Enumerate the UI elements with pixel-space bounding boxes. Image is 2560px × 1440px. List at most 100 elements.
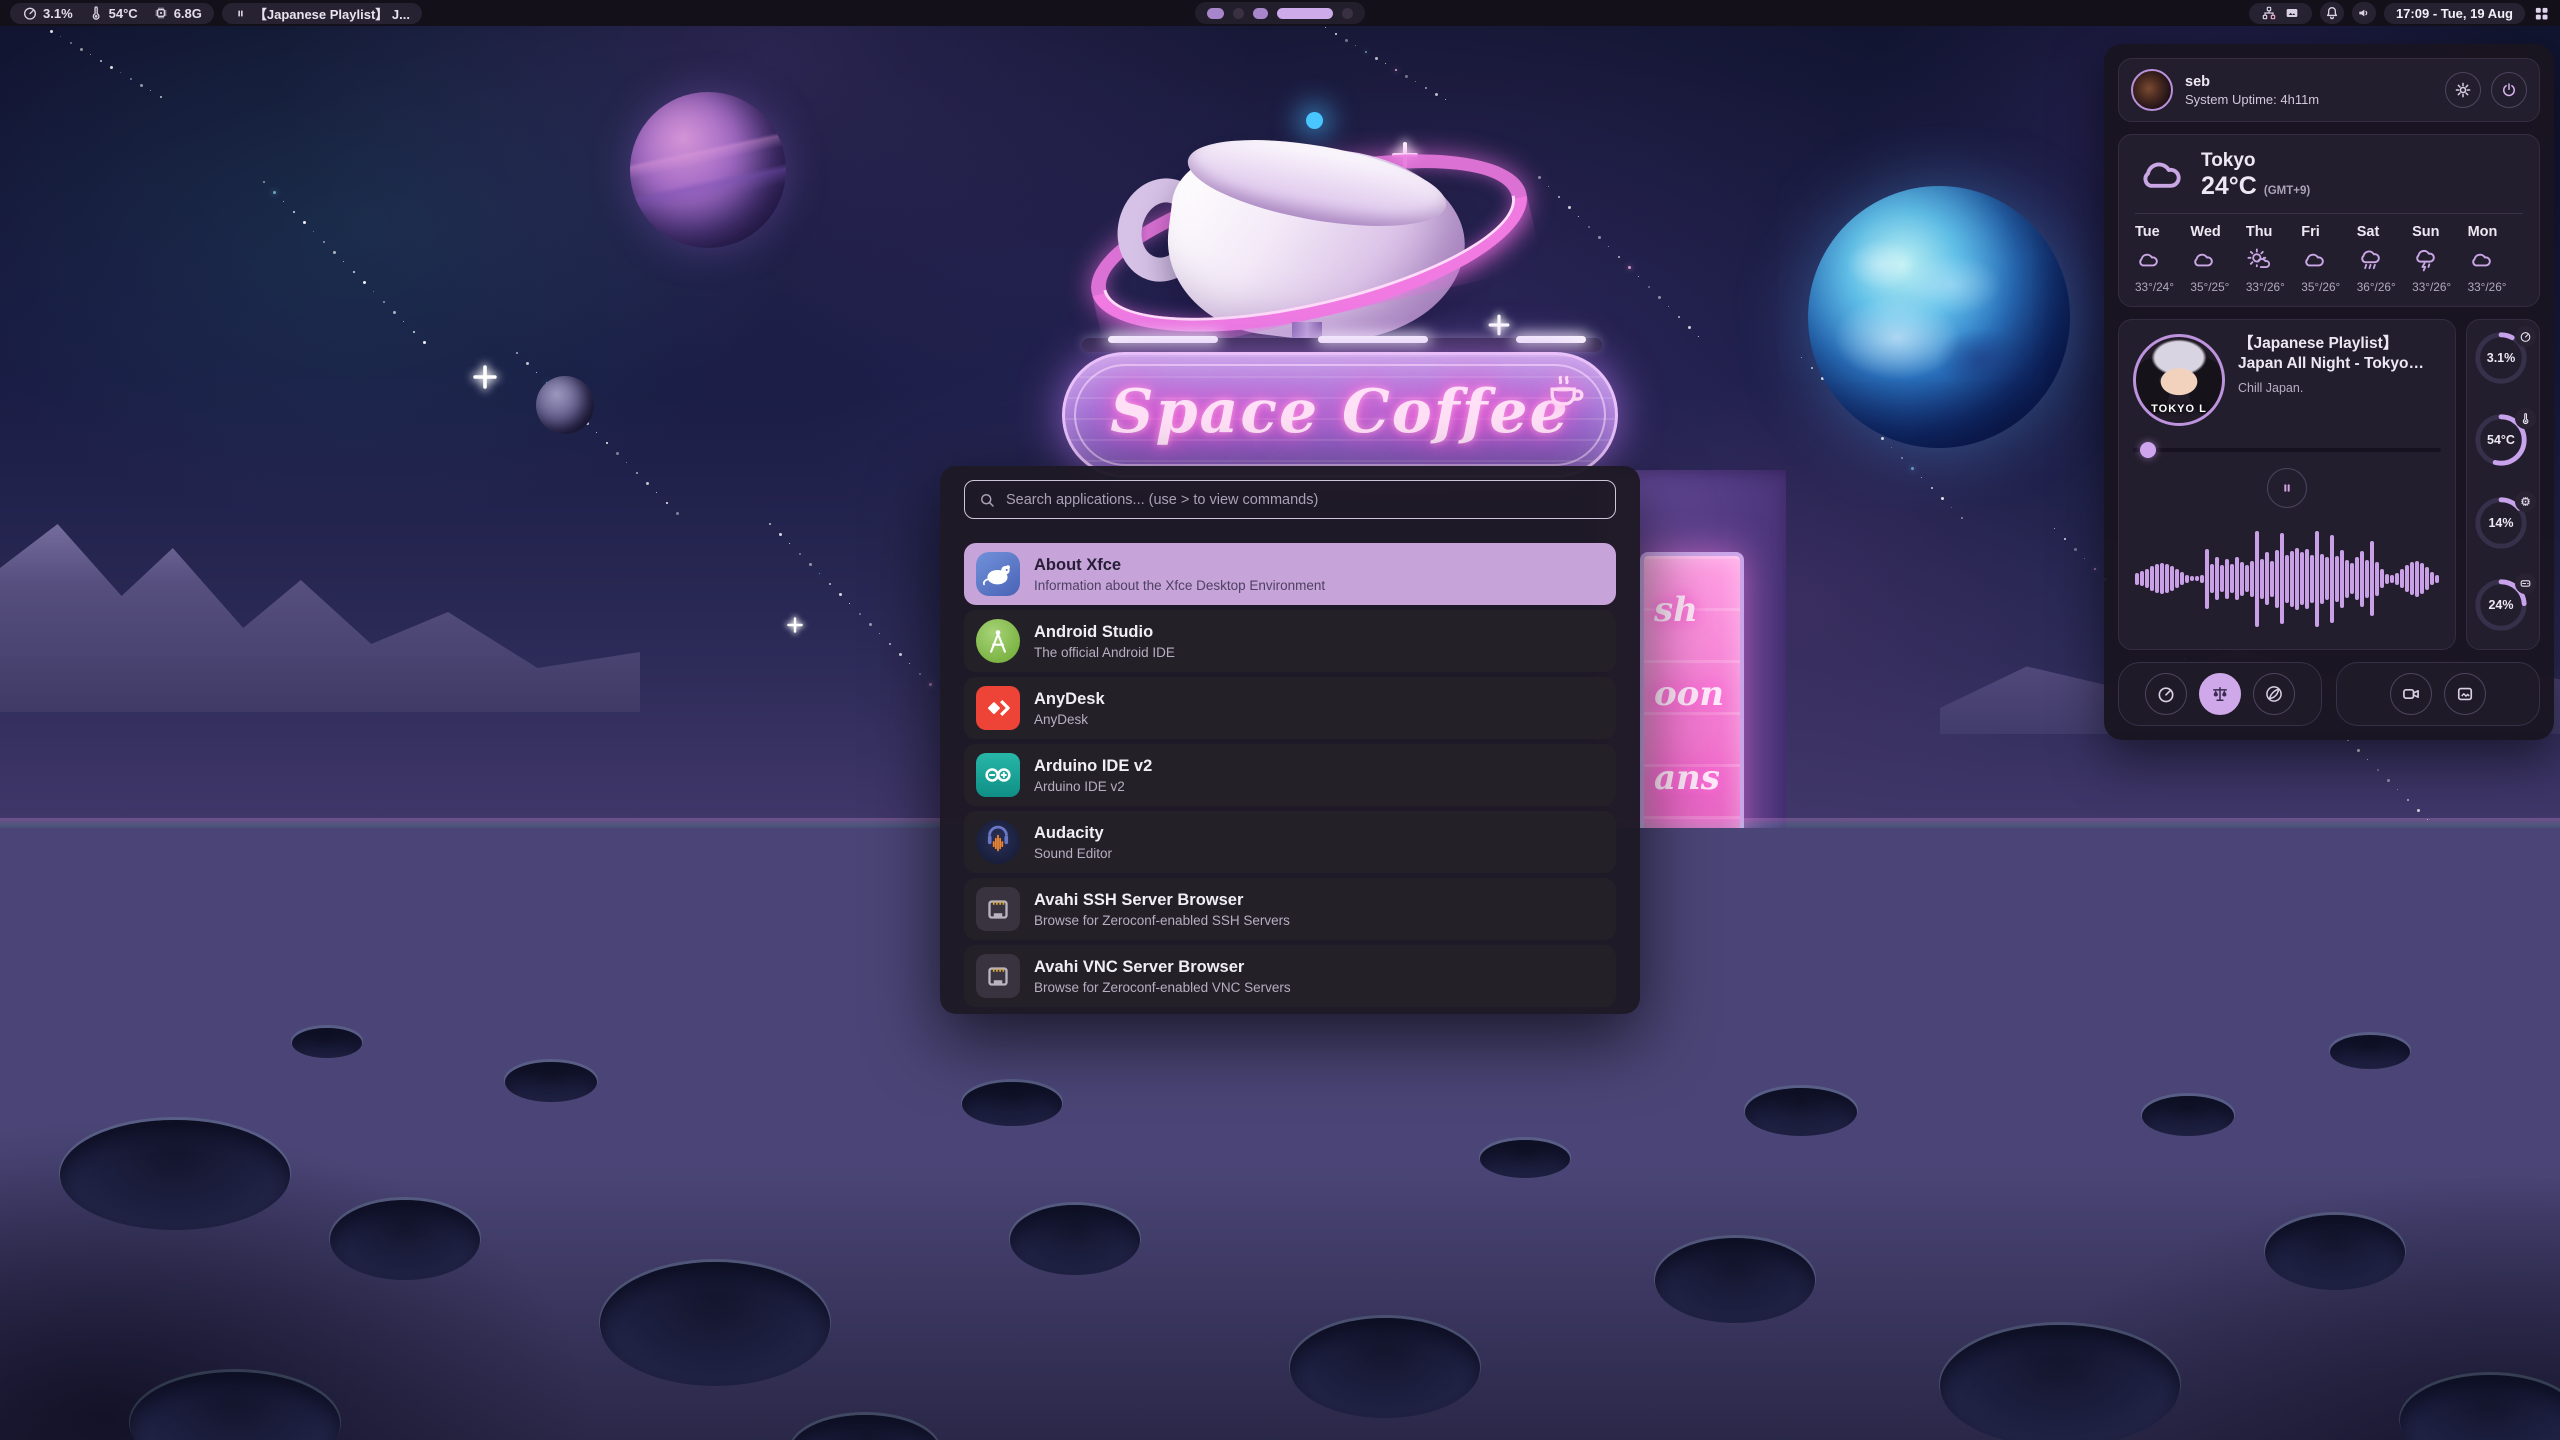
crater — [330, 1200, 480, 1280]
waveform-bar — [2285, 555, 2289, 603]
crater — [1940, 1325, 2180, 1440]
waveform-bar — [2375, 562, 2379, 596]
search-input[interactable] — [1006, 492, 1602, 508]
system-stats-pill[interactable]: 3.1% 54°C 6.8G — [10, 3, 214, 24]
app-name: About Xfce — [1034, 555, 1325, 576]
crater — [600, 1262, 830, 1386]
waveform-bar — [2235, 557, 2239, 600]
waveform-bar — [2160, 563, 2164, 594]
forecast-temps: 33°/24° — [2135, 280, 2190, 294]
now-playing-pill[interactable]: 【Japanese Playlist】 J... — [222, 3, 422, 24]
system-gauges: 3.1% 54°C 14% — [2466, 319, 2540, 650]
pause-icon — [234, 7, 247, 20]
track-title: 【Japanese Playlist】 Japan All Night - To… — [2238, 334, 2441, 374]
powersave-mode-button[interactable] — [2253, 673, 2295, 715]
waveform-bar — [2215, 557, 2219, 600]
waveform-bar — [2435, 575, 2439, 583]
waveform-bar — [2365, 560, 2369, 598]
weather-temp: 24°C — [2201, 172, 2257, 201]
app-row-about-xfce[interactable]: About Xfce Information about the Xfce De… — [964, 543, 1616, 605]
waveform-bar — [2170, 566, 2174, 591]
screenshot-button[interactable] — [2444, 673, 2486, 715]
app-name: Android Studio — [1034, 622, 1175, 643]
forecast-day-mon: Mon 33°/26° — [2468, 224, 2523, 294]
window-neon-text: sh oon ans — [1654, 590, 1724, 798]
forecast-day-label: Mon — [2468, 224, 2523, 240]
crater — [505, 1062, 597, 1102]
workspace-dot[interactable] — [1253, 8, 1268, 19]
app-name: Audacity — [1034, 823, 1112, 844]
settings-button[interactable] — [2445, 72, 2481, 108]
waveform-bar — [2165, 564, 2169, 593]
app-row-audacity[interactable]: Audacity Sound Editor — [964, 811, 1616, 873]
waveform-bar — [2350, 563, 2354, 594]
waveform-bar — [2295, 548, 2299, 610]
speedometer-icon — [22, 5, 38, 21]
album-art[interactable] — [2133, 334, 2225, 426]
roof-light — [1108, 336, 1218, 343]
waveform-bar — [2340, 550, 2344, 608]
workspace-switcher[interactable] — [1195, 2, 1365, 24]
waveform-bar — [2245, 565, 2249, 592]
forecast-weather-icon — [2246, 247, 2272, 273]
app-row-android-studio[interactable]: Android Studio The official Android IDE — [964, 610, 1616, 672]
roof-light — [1318, 336, 1428, 343]
forecast-temps: 36°/26° — [2357, 280, 2412, 294]
app-grid-icon[interactable] — [2533, 5, 2550, 22]
performance-mode-button[interactable] — [2145, 673, 2187, 715]
workspace-dot-active[interactable] — [1277, 8, 1333, 19]
avahi-app-icon — [976, 954, 1020, 998]
music-player-card: 【Japanese Playlist】 Japan All Night - To… — [2118, 319, 2456, 650]
network-icon[interactable] — [2261, 5, 2277, 21]
app-row-avahi-vnc-server-browser[interactable]: Avahi VNC Server Browser Browse for Zero… — [964, 945, 1616, 1007]
power-button[interactable] — [2491, 72, 2527, 108]
anydesk-app-icon — [976, 686, 1020, 730]
crater — [60, 1120, 290, 1230]
gauge-disk: 24% — [2472, 576, 2534, 640]
xfce-app-icon — [976, 552, 1020, 596]
forecast-day-label: Wed — [2190, 224, 2245, 240]
forecast-day-sun: Sun 33°/26° — [2412, 224, 2467, 294]
weather-timezone: (GMT+9) — [2264, 185, 2310, 197]
clock[interactable]: 17:09 - Tue, 19 Aug — [2384, 3, 2525, 24]
gauge-value: 3.1% — [2472, 351, 2530, 365]
screen-record-button[interactable] — [2390, 673, 2432, 715]
volume-button[interactable] — [2352, 2, 2376, 24]
power-icon — [2500, 81, 2518, 99]
play-pause-button[interactable] — [2267, 468, 2307, 508]
waveform-bar — [2280, 533, 2284, 624]
waveform-bar — [2425, 567, 2429, 590]
app-row-arduino-ide-v2[interactable]: Arduino IDE v2 Arduino IDE v2 — [964, 744, 1616, 806]
notifications-button[interactable] — [2320, 2, 2344, 24]
memory-stat: 6.8G — [153, 5, 202, 21]
forecast-day-label: Tue — [2135, 224, 2190, 240]
waveform-bar — [2240, 562, 2244, 596]
waveform-bar — [2200, 575, 2204, 583]
app-row-anydesk[interactable]: AnyDesk AnyDesk — [964, 677, 1616, 739]
balanced-mode-button[interactable] — [2199, 673, 2241, 715]
forecast-temps: 35°/25° — [2190, 280, 2245, 294]
workspace-dot[interactable] — [1342, 8, 1353, 19]
waveform-bar — [2400, 569, 2404, 588]
waveform-bar — [2275, 550, 2279, 608]
waveform-bar — [2220, 565, 2224, 592]
temp-stat: 54°C — [88, 5, 138, 21]
desktop: Space Coffee sh oon ans 3.1% 54°C — [0, 0, 2560, 1440]
workspace-dot[interactable] — [1207, 8, 1224, 19]
seek-knob[interactable] — [2140, 442, 2156, 458]
now-playing-label: 【Japanese Playlist】 J... — [254, 4, 410, 23]
forecast-weather-icon — [2412, 247, 2438, 273]
display-icon[interactable] — [2284, 5, 2300, 21]
avatar[interactable] — [2131, 69, 2173, 111]
search-box[interactable] — [964, 480, 1616, 519]
waveform-bar — [2320, 554, 2324, 604]
workspace-dot[interactable] — [1233, 8, 1244, 19]
cpu-stat: 3.1% — [22, 5, 73, 21]
app-results-list: About Xfce Information about the Xfce De… — [964, 543, 1616, 1007]
disk-icon — [2519, 577, 2532, 590]
seek-bar[interactable] — [2133, 442, 2441, 458]
top-bar: 3.1% 54°C 6.8G 【Japanese Playlist】 J... — [0, 0, 2560, 26]
app-row-avahi-ssh-server-browser[interactable]: Avahi SSH Server Browser Browse for Zero… — [964, 878, 1616, 940]
quick-settings-dock — [2118, 662, 2322, 726]
waveform-bar — [2290, 551, 2294, 607]
